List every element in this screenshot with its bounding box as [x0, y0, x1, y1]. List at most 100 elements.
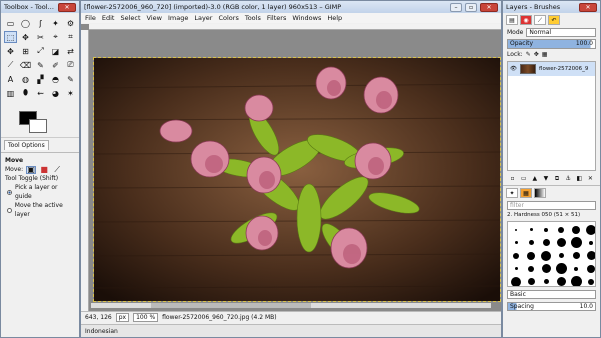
tool-icon[interactable]: ✥: [4, 45, 17, 57]
horizontal-scrollbar[interactable]: [91, 303, 491, 308]
layers-titlebar[interactable]: Layers - Brushes ✕: [503, 1, 600, 13]
tool-icon[interactable]: ⟋: [4, 59, 17, 71]
tool-icon[interactable]: ⇄: [64, 45, 77, 57]
undo-tab-icon[interactable]: ↶: [548, 15, 560, 25]
brush-icon[interactable]: [570, 224, 582, 235]
tool-icon[interactable]: ◯: [19, 17, 32, 29]
brush-icon[interactable]: [570, 237, 582, 248]
tool-icon[interactable]: ✎: [64, 73, 77, 85]
tool-icon[interactable]: ⇜: [34, 87, 47, 99]
mode-select[interactable]: Normal: [526, 28, 596, 37]
tool-icon[interactable]: ʃ: [34, 17, 47, 29]
eye-icon[interactable]: 👁: [510, 66, 517, 72]
minimize-icon[interactable]: –: [450, 2, 462, 12]
vertical-ruler[interactable]: [81, 30, 89, 314]
move-path-icon[interactable]: ⟋: [52, 165, 62, 174]
move-selection-icon[interactable]: ■: [39, 165, 49, 174]
tool-icon[interactable]: ⬮: [19, 87, 32, 99]
brush-icon[interactable]: [555, 224, 567, 235]
tab-tool-options[interactable]: Tool Options: [4, 140, 49, 150]
tool-icon[interactable]: ◓: [49, 73, 62, 85]
brushes-tab-icon[interactable]: ✦: [506, 188, 518, 198]
brush-icon[interactable]: [585, 250, 595, 261]
duplicate-layer-icon[interactable]: ⧉: [554, 175, 561, 183]
brush-grid[interactable]: [507, 221, 596, 287]
tool-icon[interactable]: ◕: [49, 87, 62, 99]
layer-row[interactable]: 👁 flower-2572006_9: [508, 62, 595, 76]
menu-item[interactable]: Select: [120, 14, 140, 22]
brush-icon[interactable]: [510, 263, 522, 274]
gradients-tab-icon[interactable]: [534, 188, 546, 198]
menu-item[interactable]: Filters: [267, 14, 286, 22]
layer-list[interactable]: 👁 flower-2572006_9: [507, 61, 596, 171]
brush-icon[interactable]: [555, 237, 567, 248]
tool-icon[interactable]: ◪: [49, 45, 62, 57]
zoom-select[interactable]: 100 %: [133, 313, 159, 322]
menu-item[interactable]: Layer: [194, 14, 212, 22]
background-color[interactable]: [29, 119, 47, 133]
brush-icon[interactable]: [585, 224, 595, 235]
layers-tab-icon[interactable]: ▤: [506, 15, 518, 25]
close-icon[interactable]: ✕: [579, 2, 597, 12]
raise-layer-icon[interactable]: ▲: [531, 175, 538, 183]
maximize-icon[interactable]: ▫: [465, 2, 477, 12]
layer-name[interactable]: flower-2572006_9: [539, 66, 588, 72]
tool-icon[interactable]: ✦: [49, 17, 62, 29]
radio-pick-layer[interactable]: Pick a layer or guide: [5, 183, 75, 201]
tool-icon[interactable]: ⚙: [64, 17, 77, 29]
brush-icon[interactable]: [555, 250, 567, 261]
brush-icon[interactable]: [570, 250, 582, 261]
menu-item[interactable]: Edit: [102, 14, 115, 22]
new-layer-icon[interactable]: ▫: [509, 175, 516, 183]
filter-input[interactable]: filter: [507, 201, 596, 210]
brush-icon[interactable]: [540, 276, 552, 286]
brush-icon[interactable]: [540, 250, 552, 261]
brush-icon[interactable]: [540, 263, 552, 274]
brush-icon[interactable]: [525, 237, 537, 248]
brush-icon[interactable]: [525, 276, 537, 286]
menu-item[interactable]: Tools: [245, 14, 261, 22]
lock-alpha-icon[interactable]: ▦: [542, 51, 548, 58]
menu-item[interactable]: View: [147, 14, 162, 22]
tool-icon[interactable]: ▞: [34, 73, 47, 85]
brush-icon[interactable]: [525, 250, 537, 261]
radio-move-active[interactable]: Move the active layer: [5, 201, 75, 219]
lower-layer-icon[interactable]: ▼: [542, 175, 549, 183]
image-canvas[interactable]: [93, 57, 501, 302]
brush-icon[interactable]: [510, 224, 522, 235]
brush-icon[interactable]: [570, 276, 582, 286]
color-swatches[interactable]: [5, 105, 75, 135]
brush-icon[interactable]: [570, 263, 582, 274]
lock-pixels-icon[interactable]: ✎: [526, 51, 531, 58]
brush-icon[interactable]: [525, 224, 537, 235]
tool-icon[interactable]: ▭: [4, 17, 17, 29]
brush-icon[interactable]: [585, 263, 595, 274]
mask-icon[interactable]: ◧: [576, 175, 583, 183]
opacity-slider[interactable]: Opacity 100.0: [507, 39, 596, 49]
menu-item[interactable]: Windows: [292, 14, 321, 22]
tool-icon[interactable]: ✂: [34, 31, 47, 43]
new-group-icon[interactable]: ▭: [520, 175, 527, 183]
tool-icon[interactable]: ✐: [49, 59, 62, 71]
language-indicator[interactable]: Indonesian: [85, 328, 118, 335]
menu-item[interactable]: Colors: [218, 14, 238, 22]
tool-icon[interactable]: ✶: [64, 87, 77, 99]
brush-icon[interactable]: [525, 263, 537, 274]
lock-position-icon[interactable]: ✥: [534, 51, 539, 58]
canvas-area[interactable]: [81, 24, 501, 314]
tool-icon[interactable]: ✎: [34, 59, 47, 71]
menu-item[interactable]: File: [85, 14, 96, 22]
tool-icon[interactable]: ✥: [19, 31, 32, 43]
menu-item[interactable]: Image: [168, 14, 188, 22]
tool-icon[interactable]: ⤢: [34, 45, 47, 57]
channels-tab-icon[interactable]: ◉: [520, 15, 532, 25]
tool-icon[interactable]: ◍: [19, 73, 32, 85]
delete-layer-icon[interactable]: ✕: [587, 175, 594, 183]
brush-icon[interactable]: [540, 237, 552, 248]
tool-icon[interactable]: ⌗: [64, 31, 77, 43]
close-icon[interactable]: ✕: [58, 2, 76, 12]
brush-icon[interactable]: [510, 276, 522, 286]
paths-tab-icon[interactable]: ⟋: [534, 15, 546, 25]
scrollbar-thumb[interactable]: [151, 303, 311, 308]
brush-icon[interactable]: [510, 237, 522, 248]
